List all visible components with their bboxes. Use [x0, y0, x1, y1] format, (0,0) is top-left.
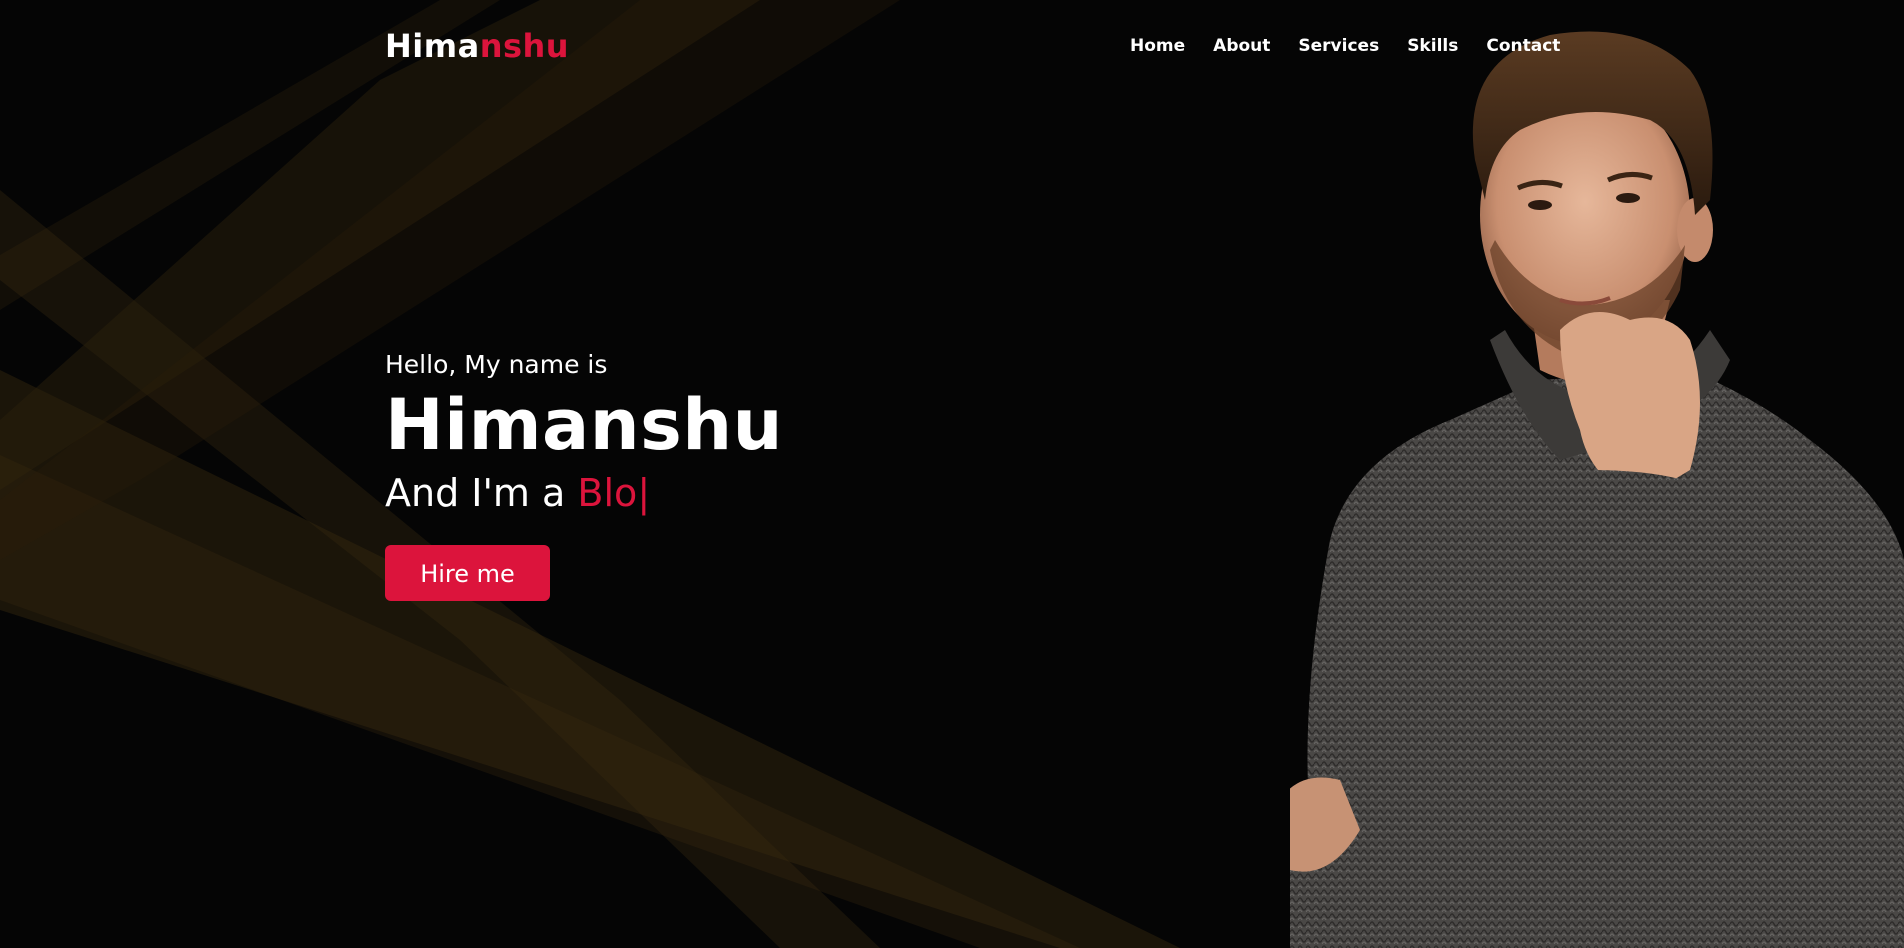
- hero-role-typed: Blo: [577, 471, 638, 515]
- nav-skills-link[interactable]: Skills: [1407, 34, 1458, 58]
- hero-role-prefix: And I'm a: [385, 471, 566, 515]
- hero-role: And I'm a Blo|: [385, 465, 783, 521]
- main-nav: Home About Services Skills Contact: [1130, 34, 1560, 58]
- hire-me-button[interactable]: Hire me: [385, 545, 550, 601]
- home-page: Himanshu Home About Services Skills Cont…: [0, 0, 1904, 948]
- hero-greeting: Hello, My name is: [385, 350, 608, 379]
- logo-accent-text: nshu: [479, 27, 570, 65]
- typing-cursor: |: [637, 471, 651, 515]
- nav-about-link[interactable]: About: [1213, 34, 1270, 58]
- nav-home-link[interactable]: Home: [1130, 34, 1185, 58]
- portrait-image: [1290, 31, 1904, 948]
- site-logo[interactable]: Himanshu: [385, 26, 569, 66]
- nav-services-link[interactable]: Services: [1298, 34, 1379, 58]
- hero-name: Himanshu: [385, 384, 783, 466]
- logo-primary-text: Hima: [385, 27, 480, 65]
- nav-contact-link[interactable]: Contact: [1486, 34, 1560, 58]
- hero-section: Hello, My name is Himanshu And I'm a Blo…: [385, 345, 783, 601]
